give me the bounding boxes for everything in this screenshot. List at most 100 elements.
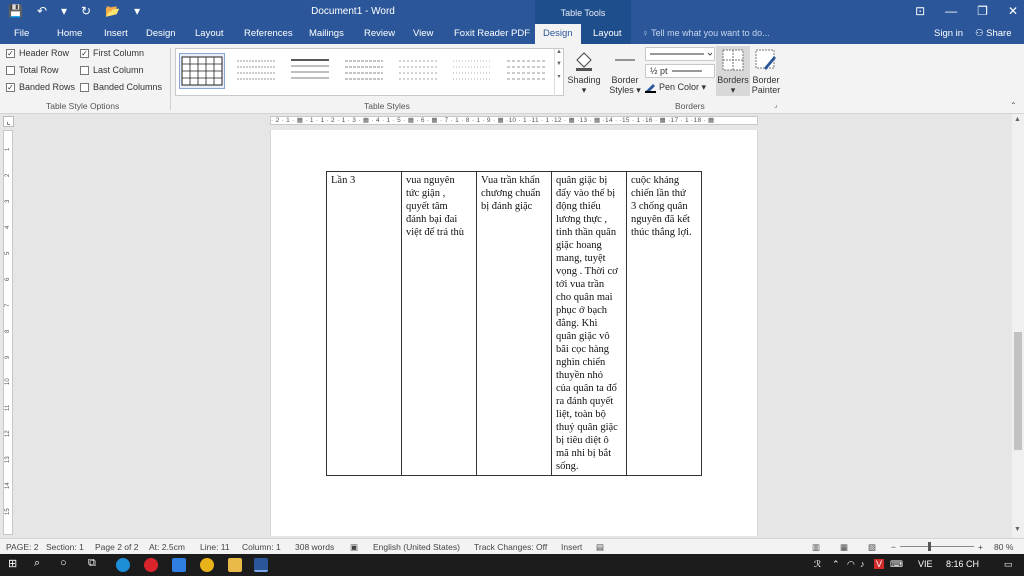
web-layout-icon[interactable]: ▧ [868,542,876,553]
chrome-icon[interactable] [200,558,214,572]
tab-mailings[interactable]: Mailings [309,28,344,39]
task-view-icon[interactable]: ⧉ [88,557,96,570]
tell-me-search[interactable]: ♀ Tell me what you want to do... [642,28,770,38]
status-mode[interactable]: Insert [561,542,582,552]
tab-insert[interactable]: Insert [104,28,128,39]
windows-start-icon[interactable]: ⊞ [8,557,17,570]
horizontal-ruler[interactable]: · 2 · 1 · ▦ · 1 · 1 · 2 · 1 · 3 · ▦ · 4 … [270,116,758,125]
zoom-in-icon[interactable]: + [978,542,983,552]
zoom-slider-thumb[interactable] [928,542,931,551]
vertical-scrollbar[interactable]: ▲ ▼ [1012,114,1024,538]
checkbox-icon[interactable] [6,65,15,75]
tab-review[interactable]: Review [364,28,395,39]
checkbox-icon[interactable] [80,82,89,92]
minimize-icon[interactable]: — [945,4,957,18]
tab-design[interactable]: Design [146,28,176,39]
zoom-slider[interactable] [900,546,974,547]
table-style-plain3-swatch[interactable] [342,53,388,89]
wifi-icon[interactable]: ◠ [847,559,855,570]
pen-color-button[interactable]: Pen Color ▾ [645,82,706,93]
shading-button[interactable]: Shading ▾ [566,48,602,95]
tab-home[interactable]: Home [57,28,82,39]
word-icon[interactable] [254,558,268,572]
sign-in-link[interactable]: Sign in [934,28,963,39]
checkbox-icon[interactable]: ✓ [80,48,89,58]
ribbon-display-icon[interactable]: ⊡ [915,4,925,18]
table-cell-1[interactable]: Lần 3 [326,171,402,476]
header-row-option[interactable]: ✓ Header Row [6,48,69,58]
borders-button[interactable]: Borders ▾ [716,46,750,96]
read-mode-icon[interactable]: ▥ [812,542,820,553]
restore-icon[interactable]: ❐ [977,4,988,18]
share-button[interactable]: ⚇ Share [975,28,1012,39]
checkbox-icon[interactable]: ✓ [6,82,15,92]
first-column-option[interactable]: ✓ First Column [80,48,144,58]
status-line[interactable]: Line: 11 [200,542,230,552]
status-column[interactable]: Column: 1 [242,542,281,552]
status-section[interactable]: Section: 1 [46,542,84,552]
total-row-option[interactable]: Total Row [6,65,59,75]
collapse-ribbon-icon[interactable]: ⌃ [1010,101,1017,110]
table-style-plain-swatch[interactable] [234,53,280,89]
close-icon[interactable]: ✕ [1008,4,1018,18]
scrollbar-thumb[interactable] [1014,332,1022,450]
table-styles-gallery[interactable]: ▲ ▼ ▾ [175,48,564,97]
status-at[interactable]: At: 2.5cm [149,542,185,552]
macro-icon[interactable]: ▤ [596,542,604,553]
zalo-icon[interactable] [172,558,186,572]
scroll-up-icon[interactable]: ▲ [1014,116,1021,123]
table-cell-4[interactable]: quân giặc bị đẩy vào thế bị động thiếu lươn… [551,171,627,476]
opera-icon[interactable] [144,558,158,572]
tab-table-layout[interactable]: Layout [593,28,622,39]
table-style-plain4-swatch[interactable] [396,53,442,89]
table-cell-2[interactable]: vua nguyên tức giận , quyết tâm đánh bại đa… [401,171,477,476]
keyboard-icon[interactable]: ⌨ [890,559,903,570]
table-cell-3[interactable]: Vua trần khẩn chương chuẩn bị đánh giặc [476,171,552,476]
clock[interactable]: 8:16 CH [946,559,979,569]
edge-icon[interactable] [116,558,130,572]
status-word-count[interactable]: 308 words [295,542,334,552]
vertical-ruler[interactable]: 1 2 3 4 5 6 7 8 9 10 11 12 13 14 15 [3,130,13,535]
checkbox-icon[interactable] [80,65,89,75]
search-icon[interactable]: ⌕ [34,557,40,570]
borders-dialog-launcher-icon[interactable]: ⌟ [774,101,777,109]
tab-references[interactable]: References [244,28,293,39]
document-table[interactable]: Lần 3 vua nguyên tức giận , quyết tâm đánh … [326,171,702,476]
line-style-dropdown[interactable] [645,47,715,61]
border-styles-button[interactable]: Border Styles ▾ [607,48,643,95]
status-page[interactable]: PAGE: 2 [6,542,38,552]
status-page-of[interactable]: Page 2 of 2 [95,542,138,552]
gallery-scroll[interactable]: ▲ ▼ ▾ [554,49,563,97]
file-explorer-icon[interactable] [228,558,242,572]
proofing-icon[interactable]: ▣ [350,542,358,553]
banded-columns-option[interactable]: Banded Columns [80,82,162,92]
people-icon[interactable]: ℛ [814,559,821,570]
status-language[interactable]: English (United States) [373,542,460,552]
line-weight-dropdown[interactable]: ½ pt [645,64,715,78]
tab-view[interactable]: View [413,28,433,39]
last-column-option[interactable]: Last Column [80,65,144,75]
tray-up-icon[interactable]: ⌃ [832,559,840,570]
table-cell-5[interactable]: cuộc kháng chiến lần thứ 3 chống quân nguyê… [626,171,702,476]
volume-icon[interactable]: ♪ [860,559,865,569]
checkbox-icon[interactable]: ✓ [6,48,15,58]
scroll-down-icon[interactable]: ▼ [1014,526,1021,533]
zoom-level[interactable]: 80 % [994,542,1013,552]
banded-rows-option[interactable]: ✓ Banded Rows [6,82,75,92]
print-layout-icon[interactable]: ▦ [840,542,848,553]
status-track-changes[interactable]: Track Changes: Off [474,542,547,552]
table-style-plain5-swatch[interactable] [450,53,496,89]
unikey-icon[interactable]: V [874,559,885,569]
tab-file[interactable]: File [14,28,29,39]
zoom-out-icon[interactable]: − [891,542,896,552]
table-style-plain6-swatch[interactable] [504,53,550,89]
table-style-plain2-swatch[interactable] [288,53,334,89]
cortana-icon[interactable]: ○ [60,557,67,569]
border-painter-button[interactable]: Border Painter [750,48,782,95]
notifications-icon[interactable]: ▭ [1004,559,1013,570]
language-indicator[interactable]: VIE [918,559,933,569]
tab-layout[interactable]: Layout [195,28,224,39]
tab-foxit-reader-pdf[interactable]: Foxit Reader PDF [454,28,530,39]
tab-table-design[interactable]: Design [535,24,581,44]
tab-selector-icon[interactable]: ⌞ [3,116,14,127]
